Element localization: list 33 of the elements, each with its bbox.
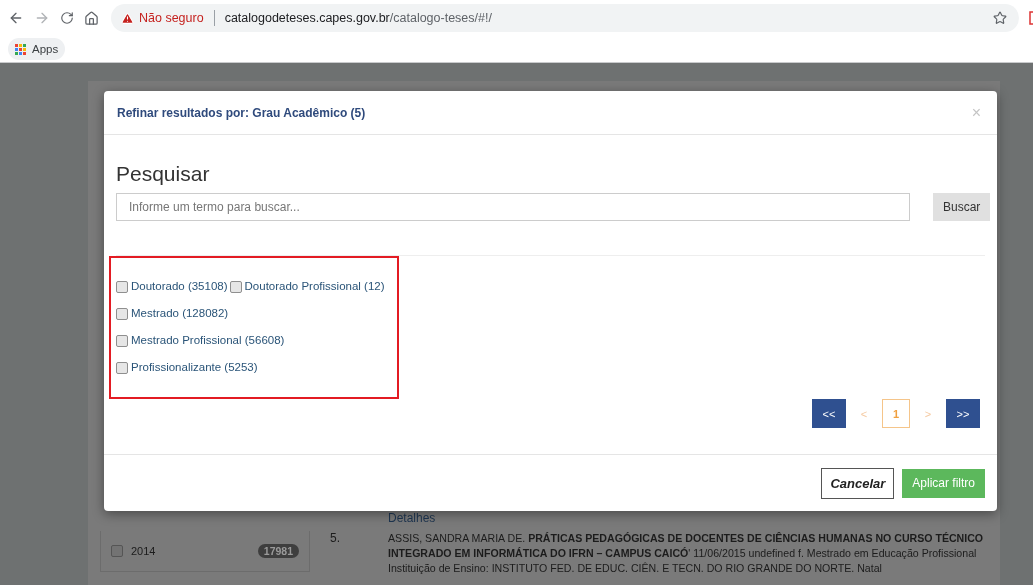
bookmark-star-icon[interactable] [993, 11, 1007, 25]
search-field[interactable]: Informe um termo para buscar... [116, 193, 910, 221]
reload-icon[interactable] [60, 11, 74, 25]
checkbox[interactable] [111, 545, 123, 557]
search-button[interactable]: Buscar [933, 193, 991, 221]
apps-grid-icon [15, 43, 26, 55]
security-label: Não seguro [139, 11, 204, 25]
checkbox[interactable] [116, 307, 128, 320]
filter-label: 2014 [131, 545, 157, 557]
first-page-button[interactable]: << [812, 399, 846, 428]
bookmark-button[interactable]: Apps [8, 38, 66, 60]
count-badge: 17981 [257, 544, 299, 558]
address-bar[interactable]: Não seguro catalogodeteses.capes.gov.br/catalogo-teses/#!/ [111, 4, 1019, 32]
last-page-button[interactable]: >> [946, 399, 980, 428]
checkbox[interactable] [229, 280, 242, 293]
option-label[interactable]: Doutorado Profissional (12) [244, 278, 385, 295]
checkbox[interactable] [116, 361, 128, 374]
forward-icon[interactable] [34, 10, 50, 26]
search-heading: Pesquisar [116, 162, 211, 186]
option-label[interactable]: Mestrado (128082) [131, 305, 229, 322]
option-label[interactable]: Profissionalizante (5253) [131, 359, 258, 376]
cancel-button[interactable]: Cancelar [821, 467, 895, 499]
checkbox[interactable] [116, 280, 128, 293]
result-number: 5. [330, 531, 341, 547]
dialog-title: Refinar resultados por: Grau Acadêmico (5) [117, 105, 366, 120]
warning-icon [121, 11, 134, 25]
result-citation: ASSIS, SANDRA MARIA DE. PRÁTICAS PEDAGÓGICAS DE DOCENTES DE CIÊNCIAS HUMANAS NO CURSO TÉCNICO INTEGRADO EM INFORMÁTICA DO IFRN – CAMPUS CAICÓ' 11/06/2015 undefined f. Mestrado em Educação Profissional Instituição de Ensino: INSTITUTO FED. DE EDUC. CIÊN. E TECN. DO RIO GRANDE DO NORTE. Natal [388, 531, 985, 576]
option-label[interactable]: Mestrado Profissional (56608) [131, 332, 285, 349]
home-icon[interactable] [84, 10, 99, 26]
url-text: catalogodeteses.capes.gov.br/catalogo-teses/#!/ [224, 11, 493, 25]
option-label[interactable]: Doutorado (35108) [131, 278, 228, 295]
back-icon[interactable] [8, 10, 24, 26]
checkbox[interactable] [116, 334, 128, 347]
